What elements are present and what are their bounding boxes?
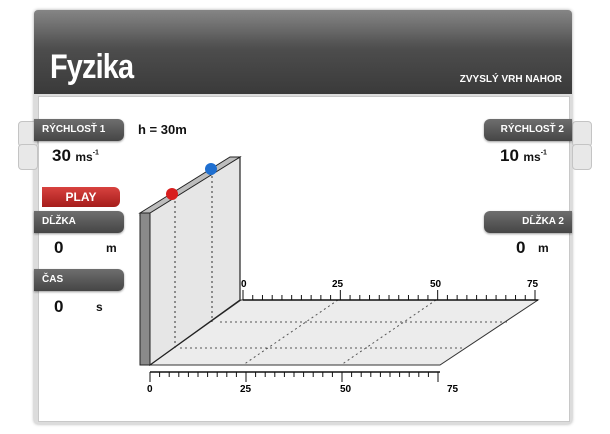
back-tick-label-0: 0 (241, 279, 247, 290)
front-ruler-ticks (149, 372, 439, 382)
front-tick-label-25: 25 (240, 384, 252, 395)
ball-blue (205, 163, 217, 175)
throw-scene: 0 25 50 75 0 25 50 75 (138, 155, 540, 395)
ball-red (166, 188, 178, 200)
front-tick-label-0: 0 (147, 384, 153, 395)
tower-side-face (139, 212, 151, 366)
back-tick-label-50: 50 (430, 279, 442, 290)
front-tick-label-50: 50 (340, 384, 352, 395)
front-tick-label-75: 75 (447, 384, 459, 395)
back-tick-label-75: 75 (527, 279, 539, 290)
back-ruler-ticks (242, 290, 536, 300)
back-tick-label-25: 25 (332, 279, 344, 290)
